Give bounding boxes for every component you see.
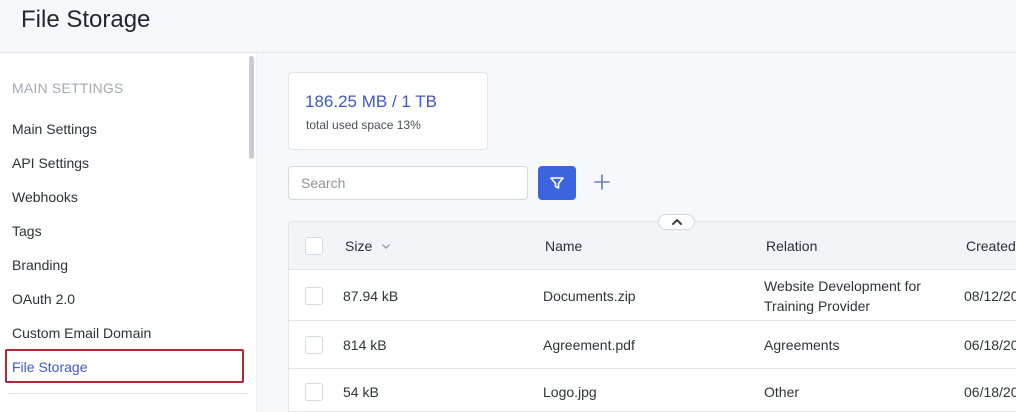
page-title: File Storage xyxy=(21,6,151,33)
chevron-up-icon xyxy=(671,219,682,225)
filter-icon xyxy=(550,177,564,189)
storage-usage-card: 186.25 MB / 1 TB total used space 13% xyxy=(288,72,488,150)
storage-used-percent: total used space 13% xyxy=(306,118,421,132)
table-row[interactable]: 87.94 kB Documents.zip Website Developme… xyxy=(289,271,1016,321)
select-all-checkbox[interactable] xyxy=(305,237,323,255)
sidebar-item-tags[interactable]: Tags xyxy=(12,223,42,239)
sidebar-item-main-settings[interactable]: Main Settings xyxy=(12,121,97,137)
file-name[interactable]: Logo.jpg xyxy=(543,384,597,400)
row-checkbox[interactable] xyxy=(305,336,323,354)
sidebar-item-oauth[interactable]: OAuth 2.0 xyxy=(12,291,75,307)
file-name[interactable]: Agreement.pdf xyxy=(543,337,635,353)
page-header: File Storage xyxy=(0,0,1016,53)
sidebar-item-api-settings[interactable]: API Settings xyxy=(12,155,89,171)
sidebar-item-branding[interactable]: Branding xyxy=(12,257,68,273)
table-row[interactable]: 54 kB Logo.jpg Other 06/18/20 xyxy=(289,369,1016,411)
plus-icon xyxy=(594,174,610,190)
settings-sidebar: MAIN SETTINGS Main Settings API Settings… xyxy=(0,53,257,412)
column-header-size[interactable]: Size xyxy=(345,238,391,254)
table-row[interactable]: 814 kB Agreement.pdf Agreements 06/18/20 xyxy=(289,321,1016,369)
column-header-label: Size xyxy=(345,238,373,254)
chevron-down-icon xyxy=(382,244,390,250)
collapse-toggle[interactable] xyxy=(658,214,695,230)
file-size: 814 kB xyxy=(343,337,387,353)
column-header-name[interactable]: Name xyxy=(545,238,582,254)
storage-used-value: 186.25 MB / 1 TB xyxy=(305,92,437,111)
sidebar-item-webhooks[interactable]: Webhooks xyxy=(12,189,78,205)
file-created: 06/18/20 xyxy=(964,337,1016,353)
main-content: 186.25 MB / 1 TB total used space 13% Si xyxy=(258,53,1016,412)
row-checkbox[interactable] xyxy=(305,383,323,401)
sidebar-item-file-storage[interactable]: File Storage xyxy=(12,359,87,375)
file-relation[interactable]: Other xyxy=(764,384,799,400)
files-table: Size Name Relation Created 87.94 kB Docu… xyxy=(288,221,1016,412)
column-header-created[interactable]: Created xyxy=(966,238,1016,254)
column-header-relation[interactable]: Relation xyxy=(766,238,817,254)
file-name[interactable]: Documents.zip xyxy=(543,288,636,304)
table-header: Size Name Relation Created xyxy=(289,222,1016,270)
search-input[interactable] xyxy=(288,166,528,200)
file-created: 08/12/20 xyxy=(964,288,1016,304)
file-created: 06/18/20 xyxy=(964,384,1016,400)
sidebar-scrollbar[interactable] xyxy=(249,56,254,159)
file-relation[interactable]: Agreements xyxy=(764,337,839,353)
row-checkbox[interactable] xyxy=(305,287,323,305)
file-size: 87.94 kB xyxy=(343,288,399,304)
sidebar-item-custom-email-domain[interactable]: Custom Email Domain xyxy=(12,325,151,341)
add-file-button[interactable] xyxy=(591,170,613,194)
file-relation[interactable]: Website Development for Training Provide… xyxy=(764,276,944,316)
page: File Storage MAIN SETTINGS Main Settings… xyxy=(0,0,1016,412)
sidebar-section-title: MAIN SETTINGS xyxy=(12,80,124,96)
file-size: 54 kB xyxy=(343,384,379,400)
sidebar-divider xyxy=(8,393,248,394)
filter-button[interactable] xyxy=(538,166,576,200)
